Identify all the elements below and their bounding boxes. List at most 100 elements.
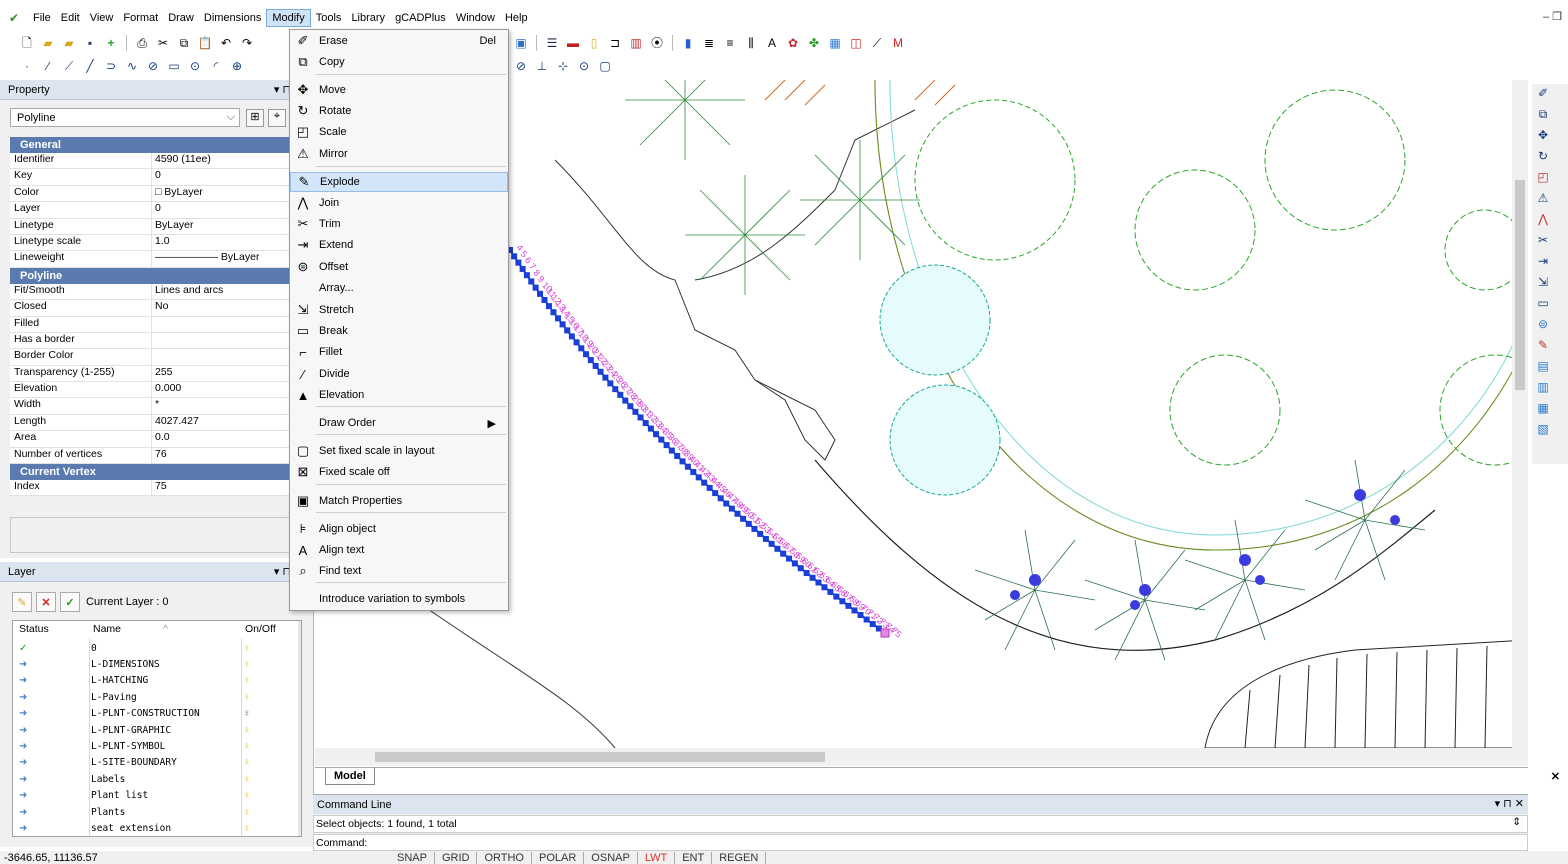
spline-icon[interactable]: ∿ <box>123 57 141 75</box>
label-icon[interactable]: ◫ <box>847 34 865 52</box>
send-back-icon[interactable]: ▦ <box>1534 399 1552 417</box>
block-icon[interactable]: ▯ <box>585 34 603 52</box>
lightbulb-icon[interactable]: ♀ <box>243 807 251 818</box>
menu-item-match-properties[interactable]: ▣ Match Properties <box>290 491 508 511</box>
explode-icon[interactable]: ✎ <box>1534 336 1552 354</box>
property-value[interactable]: ByLayer <box>152 219 312 234</box>
vertex-grip[interactable] <box>695 474 702 481</box>
menu-draw[interactable]: Draw <box>163 10 199 26</box>
property-row[interactable]: Layer 0 <box>10 202 312 219</box>
layer-manager-icon[interactable]: ≣ <box>700 34 718 52</box>
vertex-grip[interactable] <box>597 368 604 375</box>
vertex-grip[interactable] <box>612 386 619 393</box>
osnap-toggle[interactable]: OSNAP <box>584 851 638 864</box>
layer-row[interactable]: ➜ L-PLNT-GRAPHIC ♀ <box>13 722 303 738</box>
window-icon[interactable]: ▣ <box>512 34 530 52</box>
menu-item-stretch[interactable]: ⇲ Stretch <box>290 300 508 320</box>
menu-library[interactable]: Library <box>346 10 390 26</box>
vertex-grip[interactable] <box>690 469 697 476</box>
extend-icon[interactable]: ⇥ <box>1534 252 1552 270</box>
graph-icon[interactable]: ⟋ <box>868 34 886 52</box>
menu-modify[interactable]: Modify <box>266 9 311 27</box>
break-icon[interactable]: ▭ <box>1534 294 1552 312</box>
vertex-grip[interactable] <box>684 463 691 470</box>
set-current-icon[interactable]: ✓ <box>60 592 80 612</box>
property-row[interactable]: Filled <box>10 316 312 333</box>
menu-item-align-object[interactable]: ⊧ Align object <box>290 519 508 539</box>
bring-front-icon[interactable]: ▥ <box>1534 378 1552 396</box>
property-value[interactable] <box>152 333 312 348</box>
grid-toggle[interactable]: GRID <box>435 851 478 864</box>
vertex-grip[interactable] <box>627 403 634 410</box>
menu-item-erase[interactable]: ✐ Erase Del <box>290 31 508 51</box>
menu-item-move[interactable]: ✥ Move <box>290 80 508 100</box>
menu-item-explode[interactable]: ✎ Explode <box>290 172 508 192</box>
snap-window-icon[interactable]: ▢ <box>596 57 614 75</box>
vertex-grip[interactable] <box>578 345 585 352</box>
color-bars-icon[interactable]: ▮ <box>679 34 697 52</box>
menu-edit[interactable]: Edit <box>56 10 85 26</box>
property-row[interactable]: Length 4027.427 <box>10 414 312 432</box>
open-folder-icon[interactable]: ▰ <box>60 34 78 52</box>
rotate-icon[interactable]: ↻ <box>1534 147 1552 165</box>
menu-tools[interactable]: Tools <box>311 10 347 26</box>
property-row[interactable]: Closed No <box>10 300 312 317</box>
copy-icon[interactable]: ⧉ <box>1534 105 1552 123</box>
vertex-grip[interactable] <box>663 442 670 449</box>
property-row[interactable]: Width * <box>10 398 312 415</box>
property-row[interactable]: Area 0.0 <box>10 431 312 448</box>
layer-row[interactable]: ➜ L-HATCHING ♀ <box>13 673 303 689</box>
property-row[interactable]: Key 0 <box>10 169 312 186</box>
lightbulb-icon[interactable]: ♀ <box>243 708 251 719</box>
menu-item-break[interactable]: ▭ Break <box>290 321 508 341</box>
vertex-grip[interactable] <box>637 414 644 421</box>
vertex-grip[interactable] <box>564 327 571 334</box>
layer-row[interactable]: ➜ L-PLNT-SYMBOL ♀ <box>13 738 303 754</box>
menu-window[interactable]: Window <box>451 10 500 26</box>
property-value[interactable] <box>152 317 312 332</box>
property-row[interactable]: Identifier 4590 (11ee) <box>10 153 312 170</box>
close-icon[interactable]: ✕ <box>1551 770 1560 783</box>
cut-icon[interactable]: ✂ <box>154 34 172 52</box>
property-value[interactable]: 75 <box>152 480 312 495</box>
lightbulb-icon[interactable]: ♀ <box>243 643 251 654</box>
snap-center-icon[interactable]: ⊙ <box>575 57 593 75</box>
text-style-icon[interactable]: A <box>763 34 781 52</box>
open-file-icon[interactable]: ▰ <box>39 34 57 52</box>
menu-item-draw-order[interactable]: Draw Order ▶ <box>290 413 508 433</box>
menu-item-set-fixed-scale-in-layout[interactable]: ▢ Set fixed scale in layout <box>290 441 508 461</box>
trim-icon[interactable]: ✂ <box>1534 231 1552 249</box>
layer-row[interactable]: ➜ L-Paving ♀ <box>13 689 303 705</box>
vertex-grip[interactable] <box>723 500 730 507</box>
vertex-grip[interactable] <box>523 272 530 279</box>
horizontal-scrollbar[interactable] <box>315 748 1528 766</box>
vertex-grip[interactable] <box>515 259 522 266</box>
copy-icon[interactable]: ⧉ <box>175 34 193 52</box>
arc-icon[interactable]: ◜ <box>207 57 225 75</box>
vertex-grip[interactable] <box>583 351 590 358</box>
snap-node-icon[interactable]: ⊹ <box>554 57 572 75</box>
property-value[interactable]: 0 <box>152 202 312 217</box>
menu-item-scale[interactable]: ◰ Scale <box>290 122 508 142</box>
vertex-grip[interactable] <box>519 265 526 272</box>
layer-row[interactable]: ➜ Labels ♀ <box>13 771 303 787</box>
property-value[interactable]: 0 <box>152 169 312 184</box>
layer-row[interactable]: ➜ L-DIMENSIONS ♀ <box>13 656 303 672</box>
new-file-icon[interactable]: 🗋 <box>18 34 36 52</box>
vertex-grip[interactable] <box>537 290 544 297</box>
delete-layer-icon[interactable]: ✕ <box>36 592 56 612</box>
property-value[interactable] <box>152 349 312 364</box>
layer-row[interactable]: ✓ 0 ♀ <box>13 640 303 656</box>
menu-item-fillet[interactable]: ⌐ Fillet <box>290 342 508 362</box>
ray-icon[interactable]: ╱ <box>81 57 99 75</box>
property-value[interactable]: 4590 (11ee) <box>152 153 312 168</box>
offset-icon[interactable]: ⊜ <box>1534 315 1552 333</box>
vertex-grip[interactable] <box>757 530 764 537</box>
property-value[interactable]: No <box>152 300 312 315</box>
mt-icon[interactable]: M <box>889 34 907 52</box>
vertex-grip[interactable] <box>528 278 535 285</box>
vertex-grip[interactable] <box>786 555 793 562</box>
snap-toggle[interactable]: SNAP <box>390 851 435 864</box>
lightbulb-icon[interactable]: ♀ <box>243 774 251 785</box>
properties-icon[interactable]: ⦿ <box>648 34 666 52</box>
